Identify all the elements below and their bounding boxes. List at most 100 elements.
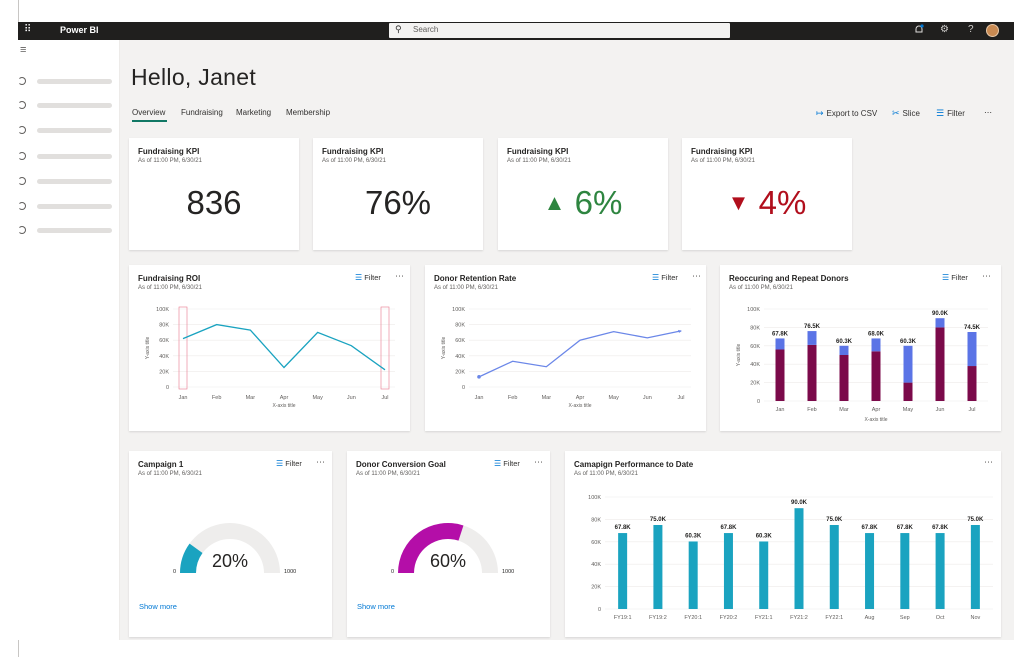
filter-button[interactable]: ☰ Filter <box>652 273 678 282</box>
x-tick-label: Mar <box>246 395 256 401</box>
data-label: 90.0K <box>932 311 949 317</box>
y-tick-label: 80K <box>159 323 169 329</box>
kpi-card[interactable]: Fundraising KPI As of 11:00 PM, 6/30/21 … <box>498 138 668 250</box>
gauge-min: 0 <box>173 569 176 575</box>
chart-card-fundraising-roi[interactable]: Fundraising ROI As of 11:00 PM, 6/30/21 … <box>129 265 410 431</box>
filter-button[interactable]: ☰ Filter <box>494 459 520 468</box>
export-button[interactable]: ↦ Export to CSV <box>816 108 877 119</box>
y-tick-label: 40K <box>455 354 465 360</box>
data-label: 67.8K <box>772 331 789 337</box>
filter-label: Filter <box>364 273 381 282</box>
nav-item[interactable] <box>18 152 118 162</box>
chart-card-campaign-performance[interactable]: Camapign Performance to Date As of 11:00… <box>565 451 1001 637</box>
y-tick-label: 80K <box>455 323 465 329</box>
app-name[interactable]: Power BI <box>60 25 99 35</box>
nav-item[interactable] <box>18 202 118 212</box>
x-tick-label: May <box>903 407 914 413</box>
chart-card-campaign-1[interactable]: Campaign 1 As of 11:00 PM, 6/30/21 ☰ Fil… <box>129 451 332 637</box>
chart-title: Donor Conversion Goal <box>356 460 446 469</box>
bar <box>794 508 804 609</box>
highlight-band <box>178 306 188 390</box>
nav-item[interactable] <box>18 226 118 236</box>
bar <box>653 525 663 609</box>
tab-membership[interactable]: Membership <box>286 108 330 117</box>
more-options-icon[interactable]: ⋯ <box>984 457 993 468</box>
filter-button[interactable]: ☰ Filter <box>355 273 381 282</box>
kpi-value: 836 <box>129 184 299 222</box>
nav-item[interactable] <box>18 77 118 87</box>
kpi-card[interactable]: Fundraising KPI As of 11:00 PM, 6/30/21 … <box>313 138 483 250</box>
kpi-card[interactable]: Fundraising KPI As of 11:00 PM, 6/30/21 … <box>682 138 852 250</box>
bar-segment <box>775 338 785 350</box>
stacked-bar-chart: 0 20K 40K 60K 80K 100K X-axis title Y-axis titl… <box>736 307 988 423</box>
x-tick-label: FY22:1 <box>825 615 843 621</box>
top-bar: ⠿ Power BI ⚲ Search ⚙ ? <box>18 22 1014 40</box>
chart-card-repeat-donors[interactable]: Reoccuring and Repeat Donors As of 11:00… <box>720 265 1001 431</box>
waffle-icon[interactable]: ⠿ <box>24 24 31 35</box>
bar <box>970 525 980 609</box>
x-tick-label: Aug <box>865 615 875 621</box>
filter-button[interactable]: ☰ Filter <box>936 108 965 119</box>
bar-segment <box>871 351 881 401</box>
tab-overview[interactable]: Overview <box>132 108 165 117</box>
x-tick-label: FY19:2 <box>649 615 667 621</box>
x-tick-label: Feb <box>807 407 816 413</box>
y-tick-label: 0 <box>462 385 465 391</box>
data-label: 67.8K <box>862 525 879 531</box>
kpi-value: ▼ 4% <box>682 184 852 222</box>
scissors-icon: ✂ <box>892 108 900 118</box>
page-title: Hello, Janet <box>131 64 257 90</box>
y-tick-label: 20K <box>591 585 601 591</box>
nav-item[interactable] <box>18 177 118 187</box>
filter-label: Filter <box>951 273 968 282</box>
bar-segment <box>903 345 913 383</box>
y-tick-label: 20K <box>455 369 465 375</box>
x-tick-label: FY20:1 <box>684 615 702 621</box>
filter-button[interactable]: ☰ Filter <box>276 459 302 468</box>
slice-button[interactable]: ✂ Slice <box>892 108 920 119</box>
kpi-card[interactable]: Fundraising KPI As of 11:00 PM, 6/30/21 … <box>129 138 299 250</box>
series-line <box>478 330 682 378</box>
tab-marketing[interactable]: Marketing <box>236 108 271 117</box>
y-axis-title: Y-axis title <box>736 343 742 366</box>
chart-card-donor-retention[interactable]: Donor Retention Rate As of 11:00 PM, 6/3… <box>425 265 706 431</box>
more-options-icon[interactable]: ⋯ <box>534 457 543 468</box>
data-label: 67.8K <box>615 525 632 531</box>
kpi-value: 76% <box>313 184 483 222</box>
show-more-link[interactable]: Show more <box>139 602 177 611</box>
x-tick-label: FY19:1 <box>614 615 632 621</box>
bar <box>935 533 945 609</box>
more-options-icon[interactable]: ⋯ <box>692 271 701 282</box>
gauge-chart: 20% 0 1000 <box>173 523 296 575</box>
y-tick-label: 0 <box>166 385 169 391</box>
bar-segment <box>807 344 817 401</box>
more-options-button[interactable]: ⋯ <box>984 108 992 117</box>
chart-subtitle: As of 11:00 PM, 6/30/21 <box>729 285 793 291</box>
chart-subtitle: As of 11:00 PM, 6/30/21 <box>138 285 202 291</box>
more-options-icon[interactable]: ⋯ <box>395 271 404 282</box>
avatar[interactable] <box>986 24 999 37</box>
nav-item[interactable] <box>18 126 118 136</box>
tab-fundraising[interactable]: Fundraising <box>181 108 223 117</box>
y-tick-label: 60K <box>455 338 465 344</box>
show-more-link[interactable]: Show more <box>357 602 395 611</box>
settings-icon[interactable]: ⚙ <box>940 24 949 35</box>
data-label: 67.8K <box>897 525 914 531</box>
y-tick-label: 100K <box>452 307 465 313</box>
more-options-icon[interactable]: ⋯ <box>982 271 991 282</box>
chart-card-donor-conversion[interactable]: Donor Conversion Goal As of 11:00 PM, 6/… <box>347 451 550 637</box>
nav-item[interactable] <box>18 101 118 111</box>
filter-icon: ☰ <box>942 273 950 282</box>
search-box[interactable]: ⚲ Search <box>389 23 730 38</box>
filter-button[interactable]: ☰ Filter <box>942 273 968 282</box>
chart-subtitle: As of 11:00 PM, 6/30/21 <box>434 285 498 291</box>
more-options-icon[interactable]: ⋯ <box>316 457 325 468</box>
help-icon[interactable]: ? <box>968 24 974 35</box>
kpi-value-text: 76% <box>364 184 432 221</box>
hamburger-icon[interactable]: ≡ <box>20 44 26 56</box>
gauge-value: 60% <box>430 551 466 571</box>
chart-title: Campaign 1 <box>138 460 184 469</box>
chart-title: Fundraising ROI <box>138 274 201 283</box>
data-label: 75.0K <box>650 517 667 523</box>
notification-icon[interactable] <box>914 24 924 38</box>
